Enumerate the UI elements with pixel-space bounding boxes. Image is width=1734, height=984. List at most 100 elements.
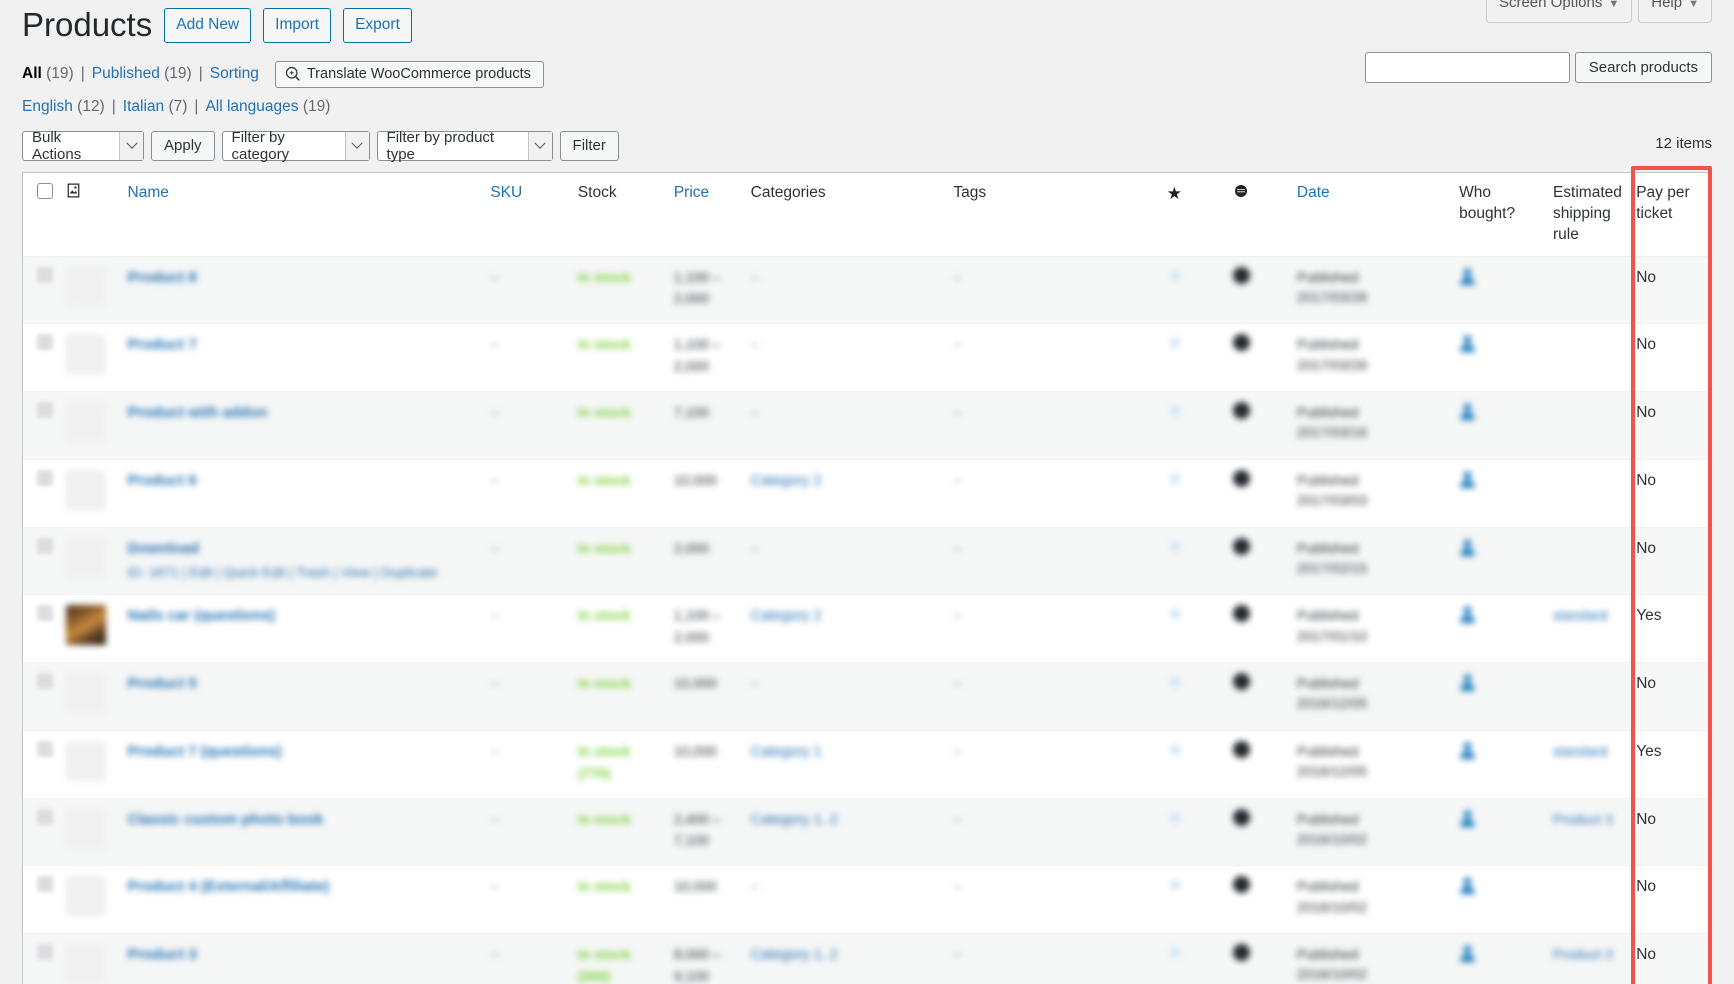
- row-checkbox-cell[interactable]: [23, 392, 66, 460]
- table-row[interactable]: DownloadID: 1871 | Edit | Quick Edit | T…: [23, 527, 1711, 595]
- shipping-rule-cell[interactable]: Product 3: [1553, 798, 1636, 866]
- star-icon[interactable]: ★: [1167, 809, 1184, 828]
- product-name-cell[interactable]: Product 7: [128, 324, 491, 392]
- category-link[interactable]: Category 2: [751, 473, 822, 489]
- column-sku[interactable]: SKU: [490, 173, 577, 256]
- shipping-rule-value[interactable]: standard: [1553, 607, 1607, 623]
- product-name-link[interactable]: Product 7: [128, 336, 197, 353]
- row-checkbox-cell[interactable]: [23, 527, 66, 595]
- filter-by-product-type-select[interactable]: Filter by product type: [377, 131, 553, 161]
- row-checkbox[interactable]: [37, 267, 53, 283]
- row-checkbox[interactable]: [37, 809, 53, 825]
- product-thumbnail-placeholder[interactable]: [66, 944, 106, 984]
- export-button[interactable]: Export: [343, 8, 412, 44]
- featured-cell[interactable]: ★: [1167, 663, 1233, 731]
- row-checkbox-cell[interactable]: [23, 798, 66, 866]
- thumbnail-cell[interactable]: [66, 324, 128, 392]
- product-thumbnail[interactable]: [66, 605, 106, 645]
- star-icon[interactable]: ★: [1167, 538, 1184, 557]
- product-name-link[interactable]: Product 8: [128, 269, 197, 286]
- thumbnail-cell[interactable]: [66, 595, 128, 663]
- categories-cell[interactable]: Category 2: [751, 595, 954, 663]
- who-bought-cell[interactable]: [1459, 866, 1553, 934]
- language-link-italian[interactable]: Italian: [123, 98, 164, 116]
- who-bought-cell[interactable]: [1459, 324, 1553, 392]
- table-row[interactable]: Product 4 (External/Affiliate)–In stock1…: [23, 866, 1711, 934]
- row-checkbox-cell[interactable]: [23, 663, 66, 731]
- product-name-link[interactable]: Product 5: [128, 675, 197, 692]
- thumbnail-cell[interactable]: [66, 866, 128, 934]
- row-checkbox-cell[interactable]: [23, 459, 66, 527]
- table-row[interactable]: Product 6–In stock10,000Category 2–★Publ…: [23, 459, 1711, 527]
- who-bought-cell[interactable]: [1459, 459, 1553, 527]
- who-bought-cell[interactable]: [1459, 392, 1553, 460]
- row-checkbox-cell[interactable]: [23, 934, 66, 984]
- translate-woocommerce-products-button[interactable]: Translate WooCommerce products: [275, 61, 544, 88]
- row-checkbox-cell[interactable]: [23, 866, 66, 934]
- product-thumbnail-placeholder[interactable]: [66, 741, 106, 781]
- product-thumbnail-placeholder[interactable]: [66, 470, 106, 510]
- who-bought-cell[interactable]: [1459, 798, 1553, 866]
- categories-cell[interactable]: –: [751, 392, 954, 460]
- categories-cell[interactable]: Category 1, 2: [751, 934, 954, 984]
- product-thumbnail-placeholder[interactable]: [66, 267, 106, 307]
- column-name[interactable]: Name: [128, 173, 491, 256]
- bulk-actions-select[interactable]: Bulk Actions: [22, 131, 144, 161]
- search-products-button[interactable]: Search products: [1575, 52, 1712, 83]
- product-name-link[interactable]: Product 7 (questions): [128, 743, 282, 760]
- table-row[interactable]: Product 7 (questions)–In stock (770)10,0…: [23, 730, 1711, 798]
- star-icon[interactable]: ★: [1167, 267, 1184, 286]
- who-bought-cell[interactable]: [1459, 595, 1553, 663]
- featured-cell[interactable]: ★: [1167, 595, 1233, 663]
- column-price[interactable]: Price: [674, 173, 751, 256]
- star-icon[interactable]: ★: [1167, 334, 1184, 353]
- categories-cell[interactable]: Category 1, 2: [751, 798, 954, 866]
- shipping-rule-cell[interactable]: [1553, 392, 1636, 460]
- thumbnail-cell[interactable]: [66, 730, 128, 798]
- featured-cell[interactable]: ★: [1167, 392, 1233, 460]
- product-name-link[interactable]: Product 3: [128, 946, 197, 963]
- featured-cell[interactable]: ★: [1167, 256, 1233, 324]
- category-link[interactable]: Category 1, 2: [751, 812, 838, 828]
- row-checkbox[interactable]: [37, 741, 53, 757]
- who-bought-cell[interactable]: [1459, 934, 1553, 984]
- row-checkbox-cell[interactable]: [23, 595, 66, 663]
- categories-cell[interactable]: –: [751, 256, 954, 324]
- product-name-cell[interactable]: Product 5: [128, 663, 491, 731]
- thumbnail-cell[interactable]: [66, 459, 128, 527]
- shipping-rule-cell[interactable]: standard: [1553, 595, 1636, 663]
- table-row[interactable]: Product 3–In stock (999)8,000 – 9,100Cat…: [23, 934, 1711, 984]
- thumbnail-cell[interactable]: [66, 798, 128, 866]
- thumbnail-cell[interactable]: [66, 934, 128, 984]
- row-checkbox-cell[interactable]: [23, 730, 66, 798]
- table-row[interactable]: Product with addon–In stock7,100––★Publi…: [23, 392, 1711, 460]
- table-row[interactable]: Product 7–In stock1,100 – 2,000––★Publis…: [23, 324, 1711, 392]
- category-link[interactable]: Category 1: [751, 744, 822, 760]
- row-checkbox[interactable]: [37, 876, 53, 892]
- product-name-cell[interactable]: DownloadID: 1871 | Edit | Quick Edit | T…: [128, 527, 491, 595]
- filter-button[interactable]: Filter: [560, 131, 619, 161]
- product-name-cell[interactable]: Product 8: [128, 256, 491, 324]
- product-name-link[interactable]: Product 6: [128, 472, 197, 489]
- product-name-cell[interactable]: Nails car (questions): [128, 595, 491, 663]
- category-link[interactable]: Category 2: [751, 608, 822, 624]
- shipping-rule-cell[interactable]: [1553, 459, 1636, 527]
- category-link[interactable]: Category 1, 2: [751, 947, 838, 963]
- row-checkbox[interactable]: [37, 673, 53, 689]
- import-button[interactable]: Import: [263, 8, 331, 44]
- featured-cell[interactable]: ★: [1167, 527, 1233, 595]
- thumbnail-cell[interactable]: [66, 392, 128, 460]
- row-checkbox[interactable]: [37, 605, 53, 621]
- featured-cell[interactable]: ★: [1167, 324, 1233, 392]
- row-checkbox[interactable]: [37, 334, 53, 350]
- categories-cell[interactable]: –: [751, 866, 954, 934]
- column-select-all[interactable]: [23, 173, 66, 256]
- star-icon[interactable]: ★: [1167, 741, 1184, 760]
- row-checkbox[interactable]: [37, 470, 53, 486]
- shipping-rule-value[interactable]: standard: [1553, 743, 1607, 759]
- product-name-link[interactable]: Nails car (questions): [128, 607, 276, 624]
- who-bought-cell[interactable]: [1459, 256, 1553, 324]
- row-actions[interactable]: ID: 1871 | Edit | Quick Edit | Trash | V…: [128, 563, 481, 583]
- language-link-english[interactable]: English: [22, 98, 73, 116]
- product-thumbnail-placeholder[interactable]: [66, 809, 106, 849]
